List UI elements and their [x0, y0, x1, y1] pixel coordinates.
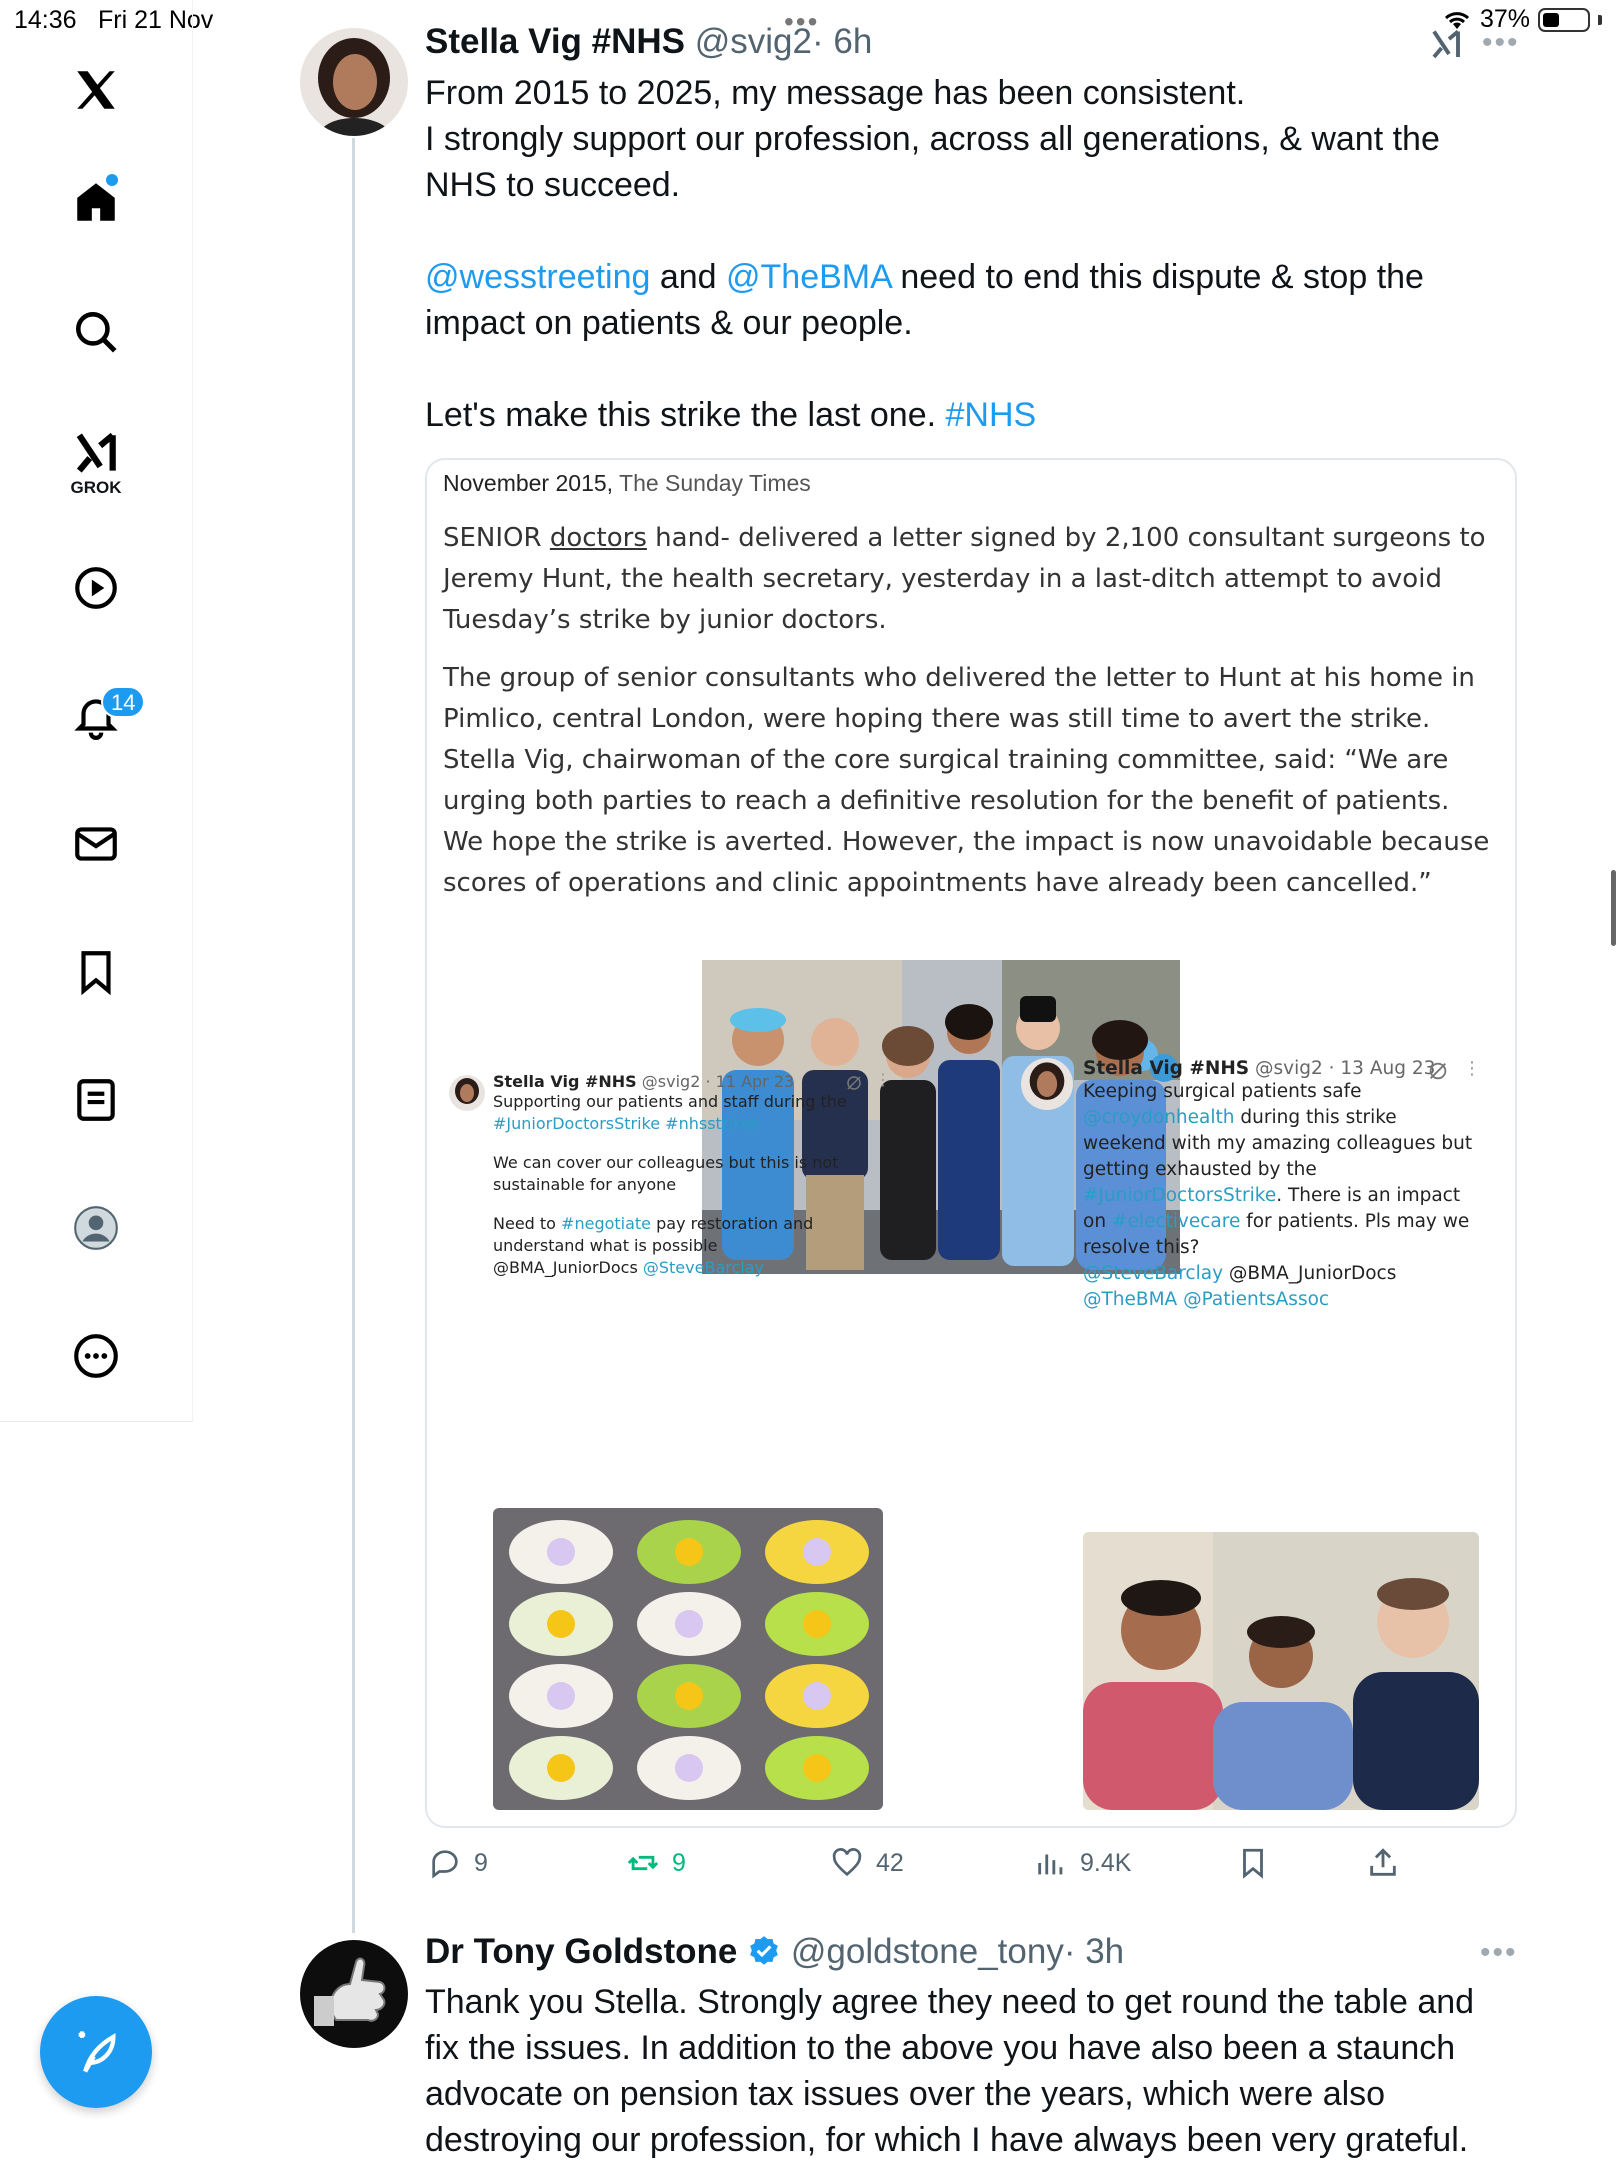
mention-wesstreeting[interactable]: @wesstreeting	[425, 258, 650, 296]
mini-tweet-2-more-icon: ⋮	[1463, 1058, 1481, 1078]
more-options-icon[interactable]	[66, 1326, 126, 1386]
author-name[interactable]: Stella Vig #NHS	[425, 22, 685, 61]
compose-feather-icon	[78, 2031, 116, 2073]
verified-badge-icon	[750, 1936, 779, 1965]
article-paper: The Sunday Times	[613, 470, 811, 496]
reply-line: fix the issues. In addition to the above…	[425, 2029, 1456, 2067]
article-source: November 2015, The Sunday Times	[443, 470, 811, 497]
views-chart-icon	[1038, 1854, 1063, 1875]
repost-count: 9	[672, 1848, 686, 1877]
reply-tweet-text: Thank you Stella. Strongly agree they ne…	[425, 1979, 1575, 2160]
tweet-line: NHS to succeed.	[425, 166, 681, 204]
cupcakes-photo	[493, 1508, 883, 1810]
sidebar-nav: GROK 14	[0, 0, 193, 1422]
grok-label: GROK	[70, 478, 122, 497]
tweet-line-mentions: @wesstreeting and @TheBMA need to end th…	[425, 254, 1535, 300]
article-paragraph-1: SENIOR doctors hand- delivered a letter …	[443, 523, 1486, 635]
view-count: 9.4K	[1080, 1848, 1132, 1877]
x-logo-icon[interactable]	[66, 60, 126, 120]
bookmarks-icon[interactable]	[66, 942, 126, 1002]
compose-post-button[interactable]	[40, 1996, 152, 2108]
reply-line: Thank you Stella. Strongly agree they ne…	[425, 1983, 1475, 2021]
tweet-text-block: From 2015 to 2025, my message has been c…	[425, 70, 1535, 438]
grok-icon[interactable]	[66, 424, 126, 484]
mention-thebma[interactable]: @TheBMA	[726, 258, 891, 296]
search-icon[interactable]	[66, 302, 126, 362]
mini-tweet-1-more-icon: ⋮	[875, 1072, 891, 1089]
thread-connector-line	[352, 138, 355, 1933]
dispute-text: need to end this dispute & stop the	[890, 258, 1424, 296]
lists-icon[interactable]	[66, 1070, 126, 1130]
views-action[interactable]: 9.4K	[1034, 1846, 1131, 1880]
mini-tweet-1-avatar	[449, 1075, 485, 1111]
scrollbar-thumb[interactable]	[1611, 870, 1616, 946]
reply-line: destroying our profession, for which I h…	[425, 2121, 1469, 2159]
messages-envelope-icon[interactable]	[66, 814, 126, 874]
tweet-time[interactable]: · 6h	[812, 22, 872, 61]
article-paragraph-2: The group of senior consultants who deli…	[443, 663, 1490, 898]
tweet-line-closing: Let's make this strike the last one. #NH…	[425, 392, 1535, 438]
mini-tweet-1: Stella Vig #NHS @svig2 · 11 Apr 23 Suppo…	[493, 1072, 847, 1277]
notification-count-badge: 14	[101, 686, 146, 718]
like-action[interactable]: 42	[830, 1846, 904, 1880]
reply-author-handle[interactable]: @goldstone_tony	[791, 1932, 1064, 1971]
share-upload-icon	[1370, 1848, 1396, 1876]
repost-icon	[627, 1855, 659, 1871]
more-options-dots-icon[interactable]: •••	[1482, 26, 1520, 60]
reply-tweet-time[interactable]: · 3h	[1064, 1932, 1124, 1971]
like-count: 42	[876, 1848, 904, 1877]
closing-text: Let's make this strike the last one.	[425, 396, 946, 434]
mini-tweet-2: Stella Vig #NHS @svig2 · 13 Aug 23 Keepi…	[1083, 1058, 1473, 1310]
sidebar-divider	[0, 1421, 193, 1422]
video-play-icon[interactable]	[66, 558, 126, 618]
tweet-line: I strongly support our profession, acros…	[425, 120, 1440, 158]
main-tweet-header: Stella Vig #NHS @svig2· 6h	[425, 22, 872, 62]
colleagues-photo	[1083, 1532, 1479, 1810]
heart-icon	[832, 1848, 862, 1877]
reply-author-avatar[interactable]	[300, 1940, 408, 2048]
bookmark-icon	[1243, 1848, 1263, 1879]
battery-icon	[1538, 7, 1590, 32]
grok-analyze-icon[interactable]	[1428, 26, 1464, 64]
hashtag-nhs[interactable]: #NHS	[946, 396, 1037, 434]
mini-tweet-1-grok-icon	[847, 1076, 861, 1090]
reply-line: advocate on pension tax issues over the …	[425, 2075, 1386, 2113]
author-handle[interactable]: @svig2	[695, 22, 812, 61]
reply-count: 9	[474, 1848, 488, 1877]
mini-tweet-2-avatar	[1021, 1058, 1073, 1110]
tweet-line: From 2015 to 2025, my message has been c…	[425, 74, 1246, 112]
home-unread-dot	[106, 174, 118, 186]
article-date: November 2015,	[443, 470, 614, 496]
reply-author-name[interactable]: Dr Tony Goldstone	[425, 1932, 737, 1971]
repost-action[interactable]: 9	[626, 1846, 686, 1880]
and-text: and	[650, 258, 727, 296]
bookmark-action[interactable]	[1236, 1846, 1270, 1880]
profile-avatar-icon[interactable]	[66, 1198, 126, 1258]
mini-tweet-2-grok-icon	[1429, 1062, 1447, 1080]
reply-more-options-icon[interactable]: •••	[1480, 1936, 1518, 1970]
reply-bubble-icon	[432, 1850, 458, 1879]
reply-tweet-header: Dr Tony Goldstone @goldstone_tony· 3h	[425, 1932, 1124, 1972]
reply-action[interactable]: 9	[428, 1846, 488, 1880]
attached-image[interactable]: November 2015, The Sunday Times SENIOR d…	[425, 458, 1517, 1828]
author-avatar[interactable]	[300, 28, 408, 136]
tweet-line: impact on patients & our people.	[425, 304, 913, 342]
status-indicators: 37%	[1442, 5, 1602, 34]
share-action[interactable]	[1366, 1846, 1400, 1880]
